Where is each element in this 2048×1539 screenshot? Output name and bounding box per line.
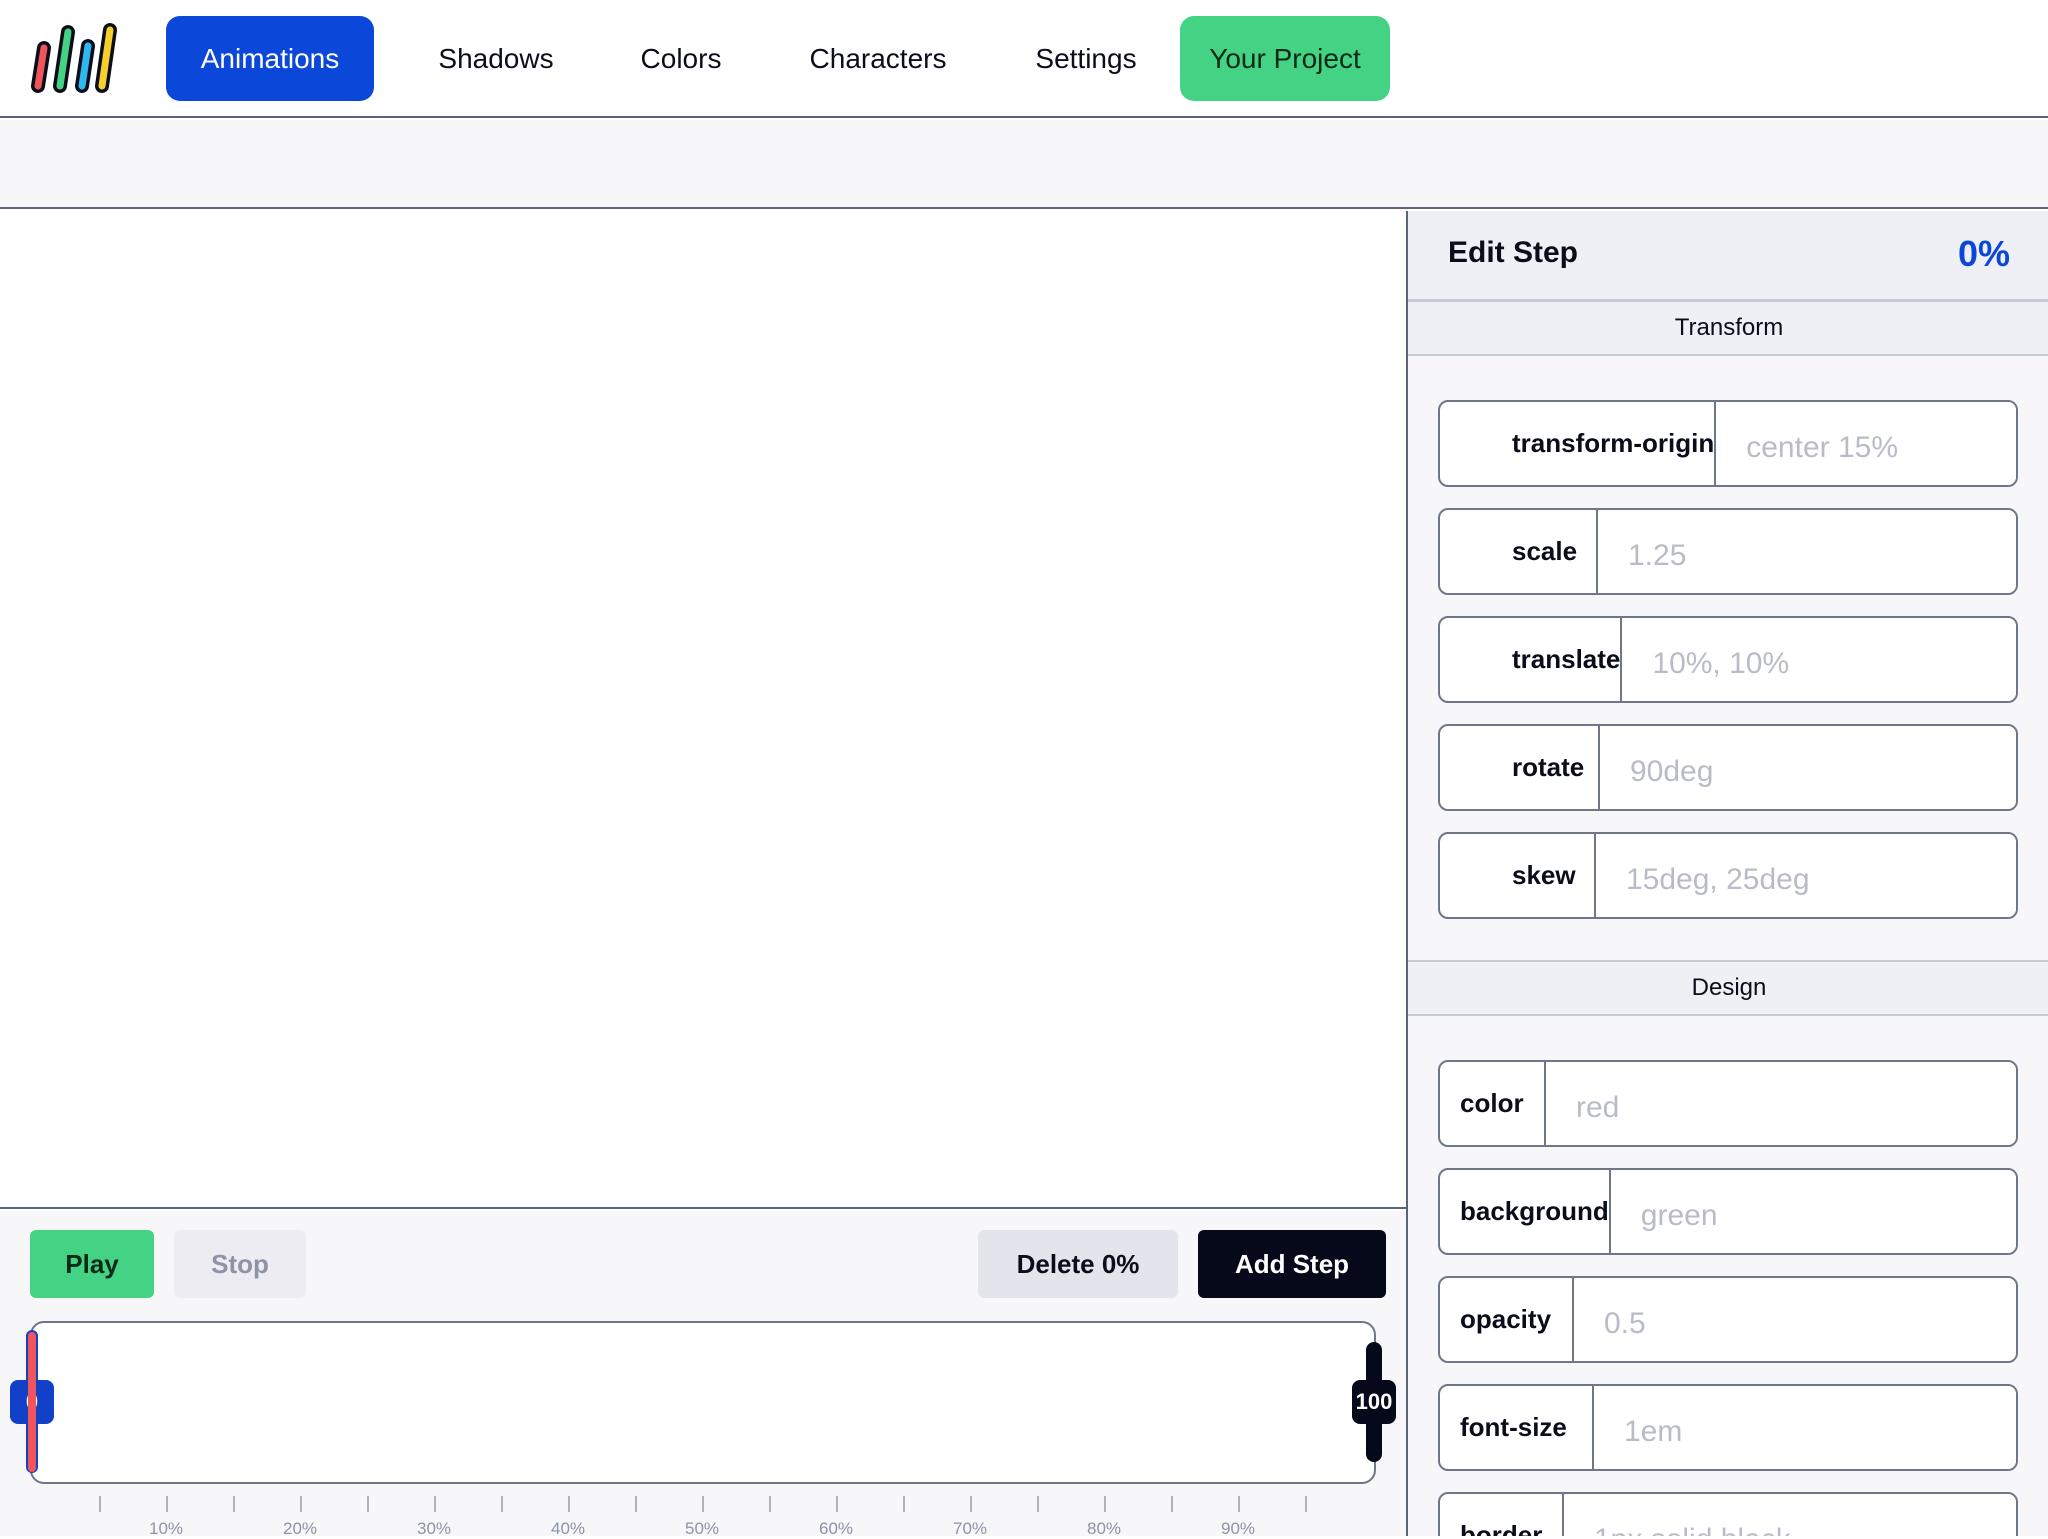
timeline-tick: [568, 1496, 570, 1512]
field-skew: skew: [1438, 832, 2018, 919]
play-button[interactable]: Play: [30, 1230, 154, 1298]
nav-animations[interactable]: Animations: [166, 16, 374, 101]
field-label: background: [1440, 1170, 1611, 1253]
field-font-size: font-size: [1438, 1384, 2018, 1471]
field-label: border: [1440, 1494, 1564, 1536]
opacity-input[interactable]: [1574, 1278, 2016, 1361]
timeline-tick: [434, 1496, 436, 1512]
timeline-tick: [233, 1496, 235, 1512]
timeline-tick-label: 20%: [282, 1519, 318, 1538]
field-translate: translate: [1438, 616, 2018, 703]
field-background: background: [1438, 1168, 2018, 1255]
field-label: font-size: [1440, 1386, 1594, 1469]
nav-settings[interactable]: Settings: [1012, 16, 1160, 101]
border-input[interactable]: [1564, 1494, 2016, 1536]
timeline-ruler: 10% 20% 30% 40% 50% 60% 70% 80% 90%: [0, 1486, 1406, 1538]
timeline-tick: [300, 1496, 302, 1512]
section-design-heading: Design: [1408, 960, 2048, 1016]
top-navigation: Animations Shadows Colors Characters Set…: [0, 0, 2048, 118]
field-label: color: [1440, 1062, 1546, 1145]
preview-canvas[interactable]: [0, 211, 1406, 1209]
panel-title: Edit Step: [1448, 236, 1579, 269]
timeline-tick: [99, 1496, 101, 1512]
step-percent: 0%: [1957, 233, 2010, 274]
field-opacity: opacity: [1438, 1276, 2018, 1363]
timeline-tick-label: 90%: [1220, 1519, 1256, 1538]
timeline-tick-label: 70%: [952, 1519, 988, 1538]
timeline-tick: [635, 1496, 637, 1512]
panel-header: Edit Step 0%: [1408, 211, 2048, 301]
app-logo-icon[interactable]: [26, 22, 122, 98]
font-size-input[interactable]: [1594, 1386, 2016, 1469]
timeline-tick: [367, 1496, 369, 1512]
timeline-tick: [1171, 1496, 1173, 1512]
timeline-tick: [1238, 1496, 1240, 1512]
timeline-tick: [1104, 1496, 1106, 1512]
nav-shadows[interactable]: Shadows: [420, 16, 572, 101]
field-label: scale: [1440, 510, 1598, 593]
field-border: border: [1438, 1492, 2018, 1536]
playhead-marker[interactable]: [28, 1332, 36, 1472]
timeline-track[interactable]: [30, 1321, 1376, 1484]
field-label: translate: [1440, 618, 1623, 701]
timeline-tick: [903, 1496, 905, 1512]
section-transform-heading: Transform: [1408, 300, 2048, 356]
timeline-tick: [769, 1496, 771, 1512]
rotate-input[interactable]: [1600, 726, 2016, 809]
nav-your-project[interactable]: Your Project: [1180, 16, 1390, 101]
timeline-tick: [166, 1496, 168, 1512]
timeline-tick-label: 10%: [148, 1519, 184, 1538]
edit-step-panel: Edit Step 0% Transform transform-origin …: [1406, 211, 2048, 1536]
nav-colors[interactable]: Colors: [620, 16, 742, 101]
add-step-button[interactable]: Add Step: [1198, 1230, 1386, 1298]
field-label: skew: [1440, 834, 1596, 917]
nav-characters[interactable]: Characters: [788, 16, 968, 101]
timeline-tick-label: 50%: [684, 1519, 720, 1538]
end-keyframe-knob[interactable]: 100: [1352, 1380, 1396, 1424]
stop-button[interactable]: Stop: [174, 1230, 306, 1298]
field-transform-origin: transform-origin: [1438, 400, 2018, 487]
field-rotate: rotate: [1438, 724, 2018, 811]
transform-origin-input[interactable]: [1716, 402, 2016, 485]
timeline-tick: [702, 1496, 704, 1512]
timeline-tick: [501, 1496, 503, 1512]
timeline-tick: [836, 1496, 838, 1512]
timeline-tick: [1037, 1496, 1039, 1512]
sub-toolbar: [0, 120, 2048, 209]
timeline-tick: [970, 1496, 972, 1512]
delete-step-button[interactable]: Delete 0%: [978, 1230, 1178, 1298]
field-color: color: [1438, 1060, 2018, 1147]
field-scale: scale: [1438, 508, 2018, 595]
timeline-tick: [1305, 1496, 1307, 1512]
timeline-tick-label: 60%: [818, 1519, 854, 1538]
field-label: transform-origin: [1440, 402, 1717, 485]
translate-input[interactable]: [1622, 618, 2016, 701]
color-input[interactable]: [1546, 1062, 2016, 1145]
timeline-tick-label: 40%: [550, 1519, 586, 1538]
timeline-tick-label: 30%: [416, 1519, 452, 1538]
background-input[interactable]: [1610, 1170, 2016, 1253]
timeline-tick-label: 80%: [1086, 1519, 1122, 1538]
skew-input[interactable]: [1596, 834, 2016, 917]
animation-controls: Play Stop Delete 0% Add Step 10% 20% 30%…: [0, 1211, 1406, 1538]
field-label: opacity: [1440, 1278, 1574, 1361]
field-label: rotate: [1440, 726, 1600, 809]
scale-input[interactable]: [1598, 510, 2016, 593]
